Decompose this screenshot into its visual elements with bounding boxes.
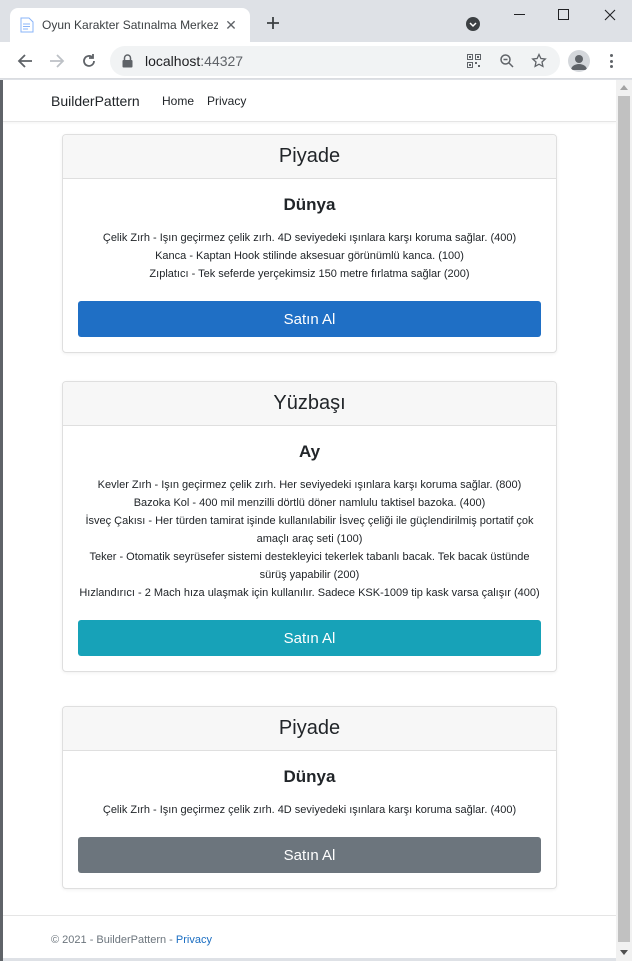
address-bar[interactable]: localhost:44327 [110,46,560,76]
card-body: Dünya Çelik Zırh - Işın geçirmez çelik z… [63,179,556,352]
page-viewport: BuilderPattern Home Privacy Piyade Dünya… [3,80,616,958]
footer-text: © 2021 - BuilderPattern - Privacy [51,934,212,946]
close-window-icon[interactable] [588,4,632,26]
part-item: İsveç Çakısı - Her türden tamirat işinde… [85,515,534,545]
url-host: localhost [145,53,201,69]
card-title: Dünya [283,767,336,786]
zoom-icon[interactable] [498,52,516,70]
card-title: Ay [298,442,321,461]
forward-icon[interactable] [45,49,69,73]
buy-button[interactable]: Satın Al [78,837,541,873]
tab-title: Oyun Karakter Satınalma Merkezi [42,18,218,32]
browser-tab-strip: Oyun Karakter Satınalma Merkezi ✕ [0,0,632,42]
scroll-down-icon[interactable] [620,950,628,955]
minimize-icon[interactable] [498,4,542,26]
part-item: Kanca - Kaptan Hook stilinde aksesuar gö… [155,250,464,262]
reload-icon[interactable] [77,49,101,73]
part-item: Çelik Zırh - Işın geçirmez çelik zırh. 4… [102,232,517,244]
card-body: Ay Kevler Zırh - Işın geçirmez çelik zır… [63,426,556,671]
card-header: Piyade [63,135,556,179]
character-card: Yüzbaşı Ay Kevler Zırh - Işın geçirmez ç… [62,381,557,672]
page-icon [20,17,34,33]
nav-home-link[interactable]: Home [162,94,194,108]
scroll-thumb[interactable] [618,96,630,942]
new-tab-icon[interactable] [262,12,284,34]
part-item: Teker - Otomatik seyrüsefer sistemi dest… [89,551,530,581]
browser-toolbar: localhost:44327 [0,42,632,79]
character-card: Piyade Dünya Çelik Zırh - Işın geçirmez … [62,706,557,889]
bookmark-star-icon[interactable] [530,52,548,70]
qr-code-icon[interactable] [465,52,483,70]
part-item: Hızlandırıcı - 2 Mach hıza ulaşmak için … [79,587,540,599]
buy-button[interactable]: Satın Al [78,301,541,337]
lock-icon[interactable] [122,54,133,68]
character-card: Piyade Dünya Çelik Zırh - Işın geçirmez … [62,134,557,353]
url-port: :44327 [200,53,244,69]
browser-tab[interactable]: Oyun Karakter Satınalma Merkezi ✕ [10,8,250,42]
part-item: Zıplatıcı - Tek seferde yerçekimsiz 150 … [149,268,470,280]
nav-privacy-link[interactable]: Privacy [207,94,246,108]
browser-menu-icon[interactable] [604,51,618,71]
profile-avatar-icon[interactable] [568,50,590,72]
site-footer: © 2021 - BuilderPattern - Privacy [3,915,616,958]
card-title: Dünya [283,195,336,214]
vertical-scrollbar[interactable] [616,80,632,961]
part-item: Kevler Zırh - Işın geçirmez çelik zırh. … [97,479,522,491]
scroll-up-icon[interactable] [620,85,628,90]
url-text: localhost:44327 [145,53,243,69]
footer-copyright: © 2021 - BuilderPattern - [51,934,176,946]
maximize-icon[interactable] [542,4,586,26]
back-icon[interactable] [13,49,37,73]
part-item: Bazoka Kol - 400 mil menzilli dörtlü dön… [133,497,486,509]
part-item: Çelik Zırh - Işın geçirmez çelik zırh. 4… [102,804,517,816]
buy-button[interactable]: Satın Al [78,620,541,656]
tab-close-icon[interactable]: ✕ [222,16,240,34]
card-body: Dünya Çelik Zırh - Işın geçirmez çelik z… [63,751,556,888]
card-header: Piyade [63,707,556,751]
site-brand[interactable]: BuilderPattern [51,93,140,109]
card-header: Yüzbaşı [63,382,556,426]
footer-privacy-link[interactable]: Privacy [176,934,212,946]
tab-search-icon[interactable] [465,16,481,32]
site-navbar: BuilderPattern Home Privacy [3,80,616,122]
